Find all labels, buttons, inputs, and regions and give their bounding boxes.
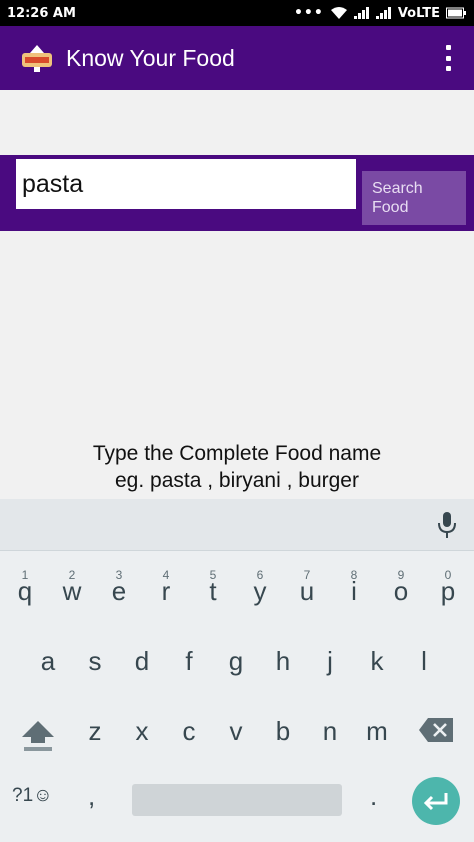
key-z[interactable]: z <box>72 701 118 761</box>
key-q[interactable]: 1q <box>2 561 48 621</box>
key-char: b <box>275 716 291 746</box>
key-x[interactable]: x <box>119 701 165 761</box>
status-icons: ••• VoLTE <box>294 5 466 21</box>
signal-icon-2 <box>375 7 391 19</box>
key-number-hint: 1 <box>21 568 29 582</box>
key-char: s <box>88 646 102 676</box>
enter-icon <box>423 793 448 811</box>
key-char: g <box>228 646 244 676</box>
key-s[interactable]: s <box>72 631 118 691</box>
key-i[interactable]: 8i <box>331 561 377 621</box>
food-search-input[interactable] <box>16 159 356 209</box>
app-logo-icon <box>22 45 52 72</box>
search-hint: Type the Complete Food name eg. pasta , … <box>0 440 474 494</box>
key-l[interactable]: l <box>401 631 447 691</box>
symbols-key[interactable]: ?1☺ <box>12 785 68 815</box>
key-e[interactable]: 3e <box>96 561 142 621</box>
key-number-hint: 4 <box>162 568 170 582</box>
key-number-hint: 5 <box>209 568 217 582</box>
suggestion-bar <box>0 499 474 551</box>
app-title: Know Your Food <box>66 44 235 71</box>
key-number-hint: 9 <box>397 568 405 582</box>
key-char: f <box>185 646 193 676</box>
app-bar: Know Your Food <box>0 26 474 90</box>
key-j[interactable]: j <box>307 631 353 691</box>
network-label: VoLTE <box>397 5 440 21</box>
soft-keyboard: ?1☺ , . 1q2w3e4r5t6y7u8i9o0p a s d f g h j k l z x c… <box>0 499 474 842</box>
key-number-hint: 3 <box>115 568 123 582</box>
key-w[interactable]: 2w <box>49 561 95 621</box>
key-n[interactable]: n <box>307 701 353 761</box>
key-f[interactable]: f <box>166 631 212 691</box>
key-char: z <box>88 716 102 746</box>
key-number-hint: 2 <box>68 568 76 582</box>
key-char: v <box>229 716 243 746</box>
search-strip: Search Food <box>0 155 474 231</box>
key-r[interactable]: 4r <box>143 561 189 621</box>
key-char: n <box>322 716 338 746</box>
key-m[interactable]: m <box>354 701 400 761</box>
comma-key[interactable]: , <box>88 781 108 817</box>
status-bar: 12:26 AM ••• VoLTE <box>0 0 474 26</box>
enter-key[interactable] <box>412 777 460 825</box>
key-y[interactable]: 6y <box>237 561 283 621</box>
overflow-menu-icon[interactable] <box>438 42 458 74</box>
battery-icon <box>446 7 466 19</box>
key-u[interactable]: 7u <box>284 561 330 621</box>
key-b[interactable]: b <box>260 701 306 761</box>
backspace-icon[interactable] <box>418 717 454 743</box>
space-bar[interactable] <box>132 784 342 816</box>
hint-line-1: Type the Complete Food name <box>92 442 382 465</box>
key-number-hint: 8 <box>350 568 358 582</box>
signal-icon <box>353 7 369 19</box>
key-char: a <box>40 646 56 676</box>
search-food-button[interactable]: Search Food <box>362 171 466 225</box>
status-time: 12:26 AM <box>7 5 76 21</box>
key-v[interactable]: v <box>213 701 259 761</box>
period-key[interactable]: . <box>370 781 386 817</box>
key-o[interactable]: 9o <box>378 561 424 621</box>
key-g[interactable]: g <box>213 631 259 691</box>
key-d[interactable]: d <box>119 631 165 691</box>
hint-line-2: eg. pasta , biryani , burger <box>115 469 359 492</box>
key-char: x <box>135 716 149 746</box>
key-number-hint: 7 <box>303 568 311 582</box>
key-char: c <box>182 716 196 746</box>
key-p[interactable]: 0p <box>425 561 471 621</box>
wifi-icon <box>330 7 347 19</box>
key-k[interactable]: k <box>354 631 400 691</box>
key-a[interactable]: a <box>25 631 71 691</box>
notification-dots: ••• <box>293 5 324 21</box>
key-char: k <box>370 646 384 676</box>
key-char: h <box>275 646 291 676</box>
key-h[interactable]: h <box>260 631 306 691</box>
key-number-hint: 6 <box>256 568 264 582</box>
key-char: d <box>134 646 150 676</box>
key-number-hint: 0 <box>444 568 452 582</box>
shift-icon[interactable] <box>16 713 60 753</box>
key-char: m <box>366 716 388 746</box>
mic-icon[interactable] <box>436 511 458 539</box>
key-char: l <box>421 646 427 676</box>
key-c[interactable]: c <box>166 701 212 761</box>
search-button-line2: Food <box>372 199 409 216</box>
key-char: j <box>327 646 333 676</box>
search-button-line1: Search <box>372 180 423 197</box>
key-t[interactable]: 5t <box>190 561 236 621</box>
